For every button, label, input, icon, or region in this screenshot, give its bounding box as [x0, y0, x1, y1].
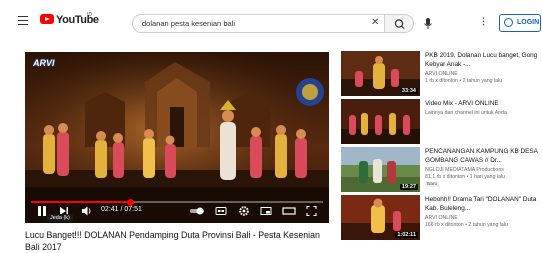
country-code: ID	[87, 12, 92, 18]
login-button[interactable]: LOGIN	[499, 14, 541, 32]
channel-name[interactable]: ARVI ONLINE	[425, 71, 458, 77]
search-button[interactable]	[384, 14, 414, 33]
time-display: 02:41 / 07:51	[101, 206, 142, 213]
theater-mode-button[interactable]	[282, 204, 296, 218]
search-input[interactable]: dolanan pesta kesenian bali ✕	[132, 14, 385, 33]
youtube-logo-icon[interactable]	[40, 14, 54, 24]
video-meta: 166 rb x ditonton • 2 tahun yang lalu	[425, 222, 508, 228]
channel-name: Lainnya dari channel ini untuk Anda	[425, 110, 507, 116]
video-thumbnail[interactable]: 1:02:11	[341, 195, 420, 240]
channel-name[interactable]: ARVI ONLINE	[425, 215, 458, 221]
settings-button[interactable]	[238, 204, 250, 218]
video-thumbnail[interactable]: 33:34	[341, 51, 420, 96]
miniplayer-button[interactable]	[260, 204, 272, 218]
video-frame[interactable]	[25, 52, 329, 223]
login-label: LOGIN	[517, 19, 540, 26]
video-meta: 81,1 rb x ditonton • 1 hari yang lalu	[425, 174, 505, 180]
gear-icon	[239, 206, 249, 216]
subtitles-button[interactable]	[215, 204, 227, 218]
theater-icon	[282, 207, 296, 215]
video-duration: 19:27	[399, 184, 418, 190]
clear-search-icon[interactable]: ✕	[371, 17, 379, 28]
video-thumbnail[interactable]	[341, 99, 420, 144]
volume-button[interactable]	[81, 204, 93, 218]
autoplay-toggle[interactable]	[189, 204, 205, 218]
pause-icon-bar	[43, 206, 46, 216]
menu-icon[interactable]	[18, 16, 28, 25]
more-options-icon[interactable]: ⋮	[479, 16, 488, 27]
video-thumbnail[interactable]: 19:27	[341, 147, 420, 192]
fullscreen-button[interactable]	[306, 204, 317, 218]
pause-button[interactable]	[37, 204, 47, 218]
account-icon	[504, 18, 513, 27]
pause-tooltip: Jeda (k)	[47, 214, 73, 222]
pause-icon	[38, 206, 41, 216]
top-bar: YouTube ID dolanan pesta kesenian bali ✕…	[0, 0, 542, 36]
recommendation-title[interactable]: Hebohh!! Drama Tari "DOLANAN" Duta Kab. …	[425, 196, 542, 213]
video-duration: 33:34	[399, 88, 418, 94]
progress-bar[interactable]	[31, 198, 323, 206]
recommendation-item[interactable]: 33:34 PKB 2019, Dolanan Lucu banget, Gon…	[341, 51, 542, 97]
thumbnail-image	[341, 99, 420, 144]
mic-icon	[424, 18, 432, 29]
channel-watermark: ARVI	[33, 58, 55, 68]
recommendation-title[interactable]: PKB 2019, Dolanan Lucu banget, Gong Keby…	[425, 52, 542, 69]
search-icon	[394, 19, 405, 30]
recommendation-title[interactable]: PENCANANGAN KAMPUNG KB DESA GOMBANG CAWA…	[425, 148, 542, 165]
volume-icon	[82, 206, 91, 216]
cc-icon	[215, 207, 227, 215]
miniplayer-icon	[260, 207, 272, 215]
video-meta: 1 rb x ditonton • 2 tahun yang lalu	[425, 78, 503, 84]
recommendation-item[interactable]: Video Mix - ARVI ONLINE Lainnya dari cha…	[341, 99, 542, 145]
search-query[interactable]: dolanan pesta kesenian bali	[142, 19, 235, 28]
voice-search-button[interactable]	[421, 15, 435, 32]
channel-name[interactable]: NGLOJI MEDIATAMA Productions	[425, 167, 504, 173]
youtube-logo-text[interactable]: YouTube	[56, 14, 99, 26]
recommendation-item[interactable]: 19:27 PENCANANGAN KAMPUNG KB DESA GOMBAN…	[341, 147, 542, 193]
video-title: Lucu Banget!!! DOLANAN Pendamping Duta P…	[25, 230, 320, 252]
progress-scrubber[interactable]	[127, 198, 135, 206]
video-duration: 1:02:11	[395, 232, 418, 238]
recommendation-title[interactable]: Video Mix - ARVI ONLINE	[425, 100, 542, 109]
video-player[interactable]: ARVI 02:41 / 07:51 Jeda (k)	[25, 52, 329, 223]
autoplay-toggle-icon	[190, 207, 204, 215]
fullscreen-icon	[306, 205, 317, 217]
new-badge: Baru	[425, 182, 440, 187]
recommendation-item[interactable]: 1:02:11 Hebohh!! Drama Tari "DOLANAN" Du…	[341, 195, 542, 241]
progress-fill	[31, 201, 131, 203]
